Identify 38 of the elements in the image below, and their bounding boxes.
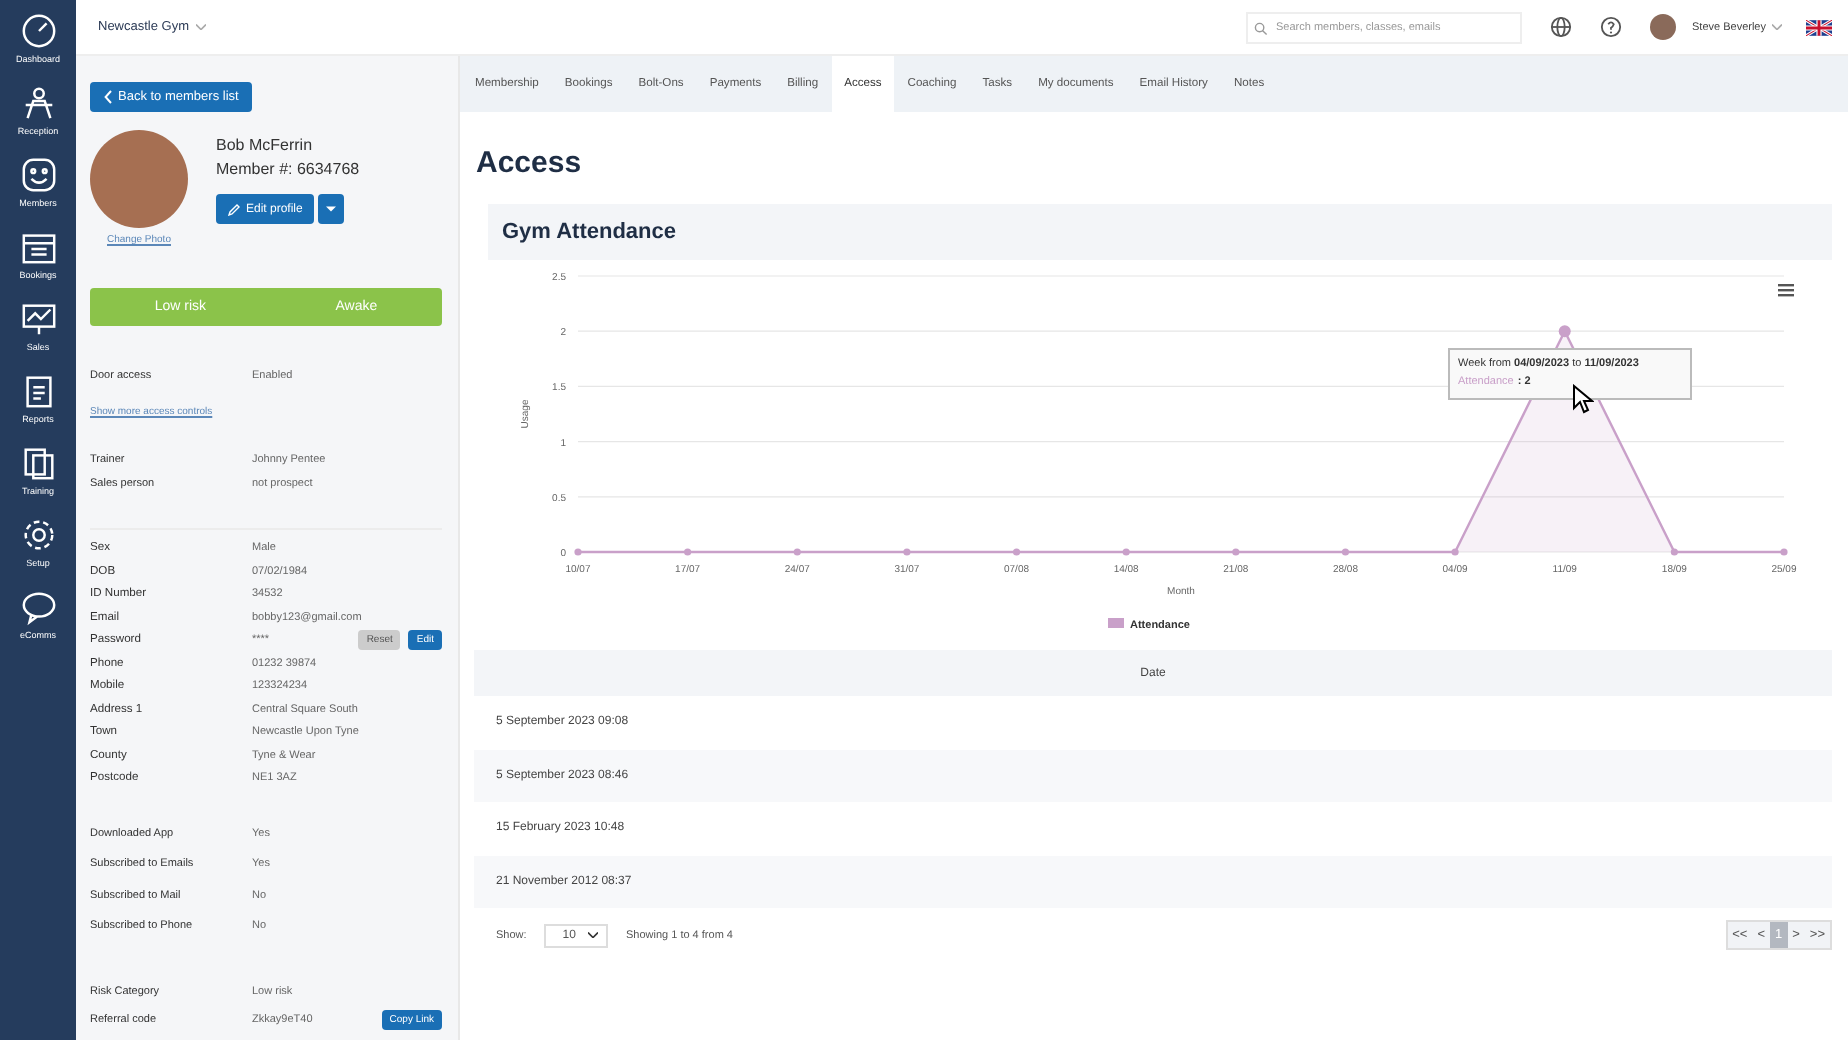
member-number: Member #: 6634768 <box>216 158 360 182</box>
data-point <box>1012 548 1021 556</box>
chevron-left-icon <box>104 90 112 104</box>
nav-icon <box>19 300 57 338</box>
member-name: Bob McFerrin <box>216 134 315 158</box>
data-point <box>793 548 801 556</box>
nav-icon <box>19 156 57 194</box>
pencil-icon <box>228 203 240 215</box>
menu-icon[interactable] <box>1778 284 1794 297</box>
caret-icon <box>587 932 598 938</box>
nav-icon <box>19 228 57 266</box>
section-title: Gym Attendance <box>502 220 677 244</box>
data-point <box>1780 548 1788 556</box>
flag-icon[interactable] <box>1806 19 1832 35</box>
legend-swatch <box>1108 618 1124 628</box>
nav-icon <box>19 444 57 482</box>
dropdown-button[interactable] <box>318 194 345 224</box>
caret-icon <box>195 24 206 30</box>
data-point <box>1232 548 1240 556</box>
nav-icon <box>19 12 57 50</box>
data-point <box>1670 548 1678 556</box>
help-icon[interactable] <box>1600 16 1622 38</box>
nav-icon <box>19 516 57 554</box>
search-icon <box>1254 21 1268 35</box>
user-avatar[interactable] <box>1650 14 1676 40</box>
data-point <box>903 548 911 556</box>
data-point <box>1341 548 1350 556</box>
data-point <box>1122 548 1130 556</box>
nav-icon <box>19 588 57 626</box>
page-title: Access <box>476 144 584 184</box>
caret-icon <box>326 206 337 212</box>
data-point <box>574 548 582 556</box>
data-point <box>684 548 692 556</box>
globe-icon[interactable] <box>1550 16 1572 38</box>
caret-icon <box>1772 24 1782 30</box>
avatar-placeholder <box>90 130 188 228</box>
data-point <box>1451 548 1459 556</box>
data-point <box>1558 325 1571 338</box>
